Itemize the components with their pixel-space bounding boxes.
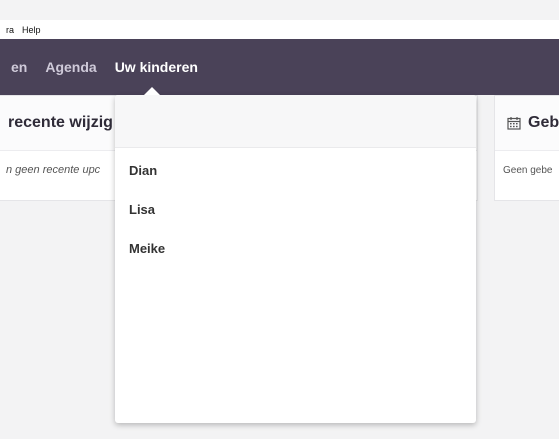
calendar-icon [507, 117, 521, 130]
events-empty-text: Geen gebe [503, 165, 553, 176]
events-title: Geb [528, 114, 559, 131]
dropdown-arrow [144, 87, 160, 95]
menu-item-extra[interactable]: ra [6, 25, 14, 35]
child-item-meike[interactable]: Meike [115, 229, 476, 268]
dropdown-header [115, 95, 476, 148]
menu-bar: ra Help [0, 20, 559, 39]
menu-item-help[interactable]: Help [22, 25, 41, 35]
nav-item-agenda[interactable]: Agenda [45, 59, 96, 75]
child-item-dian[interactable]: Dian [115, 151, 476, 190]
nav-item-partial[interactable]: en [11, 59, 27, 75]
events-panel: Geb Geen gebe [494, 95, 559, 201]
nav-item-uw-kinderen[interactable]: Uw kinderen [115, 59, 198, 75]
children-dropdown: Dian Lisa Meike [115, 87, 476, 423]
child-item-lisa[interactable]: Lisa [115, 190, 476, 229]
top-navigation: en Agenda Uw kinderen [0, 39, 559, 95]
